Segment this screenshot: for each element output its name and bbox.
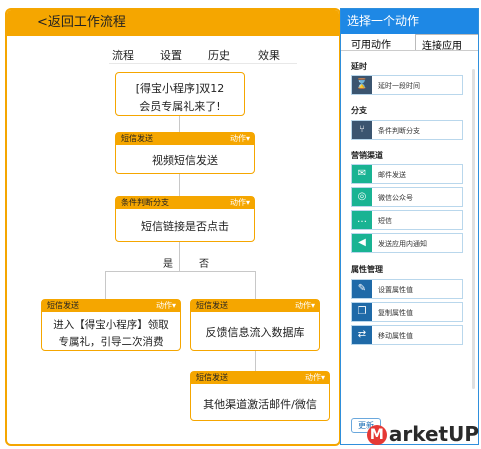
action-item-delay[interactable]: ⌛ 延时一段时间	[351, 75, 463, 95]
section-title-channels: 营销渠道	[351, 151, 383, 160]
marketup-logo-icon: M	[366, 425, 387, 445]
panel-scrollbar[interactable]	[472, 69, 475, 389]
node-body-text: 短信链接是否点击	[141, 220, 229, 233]
node-type-label: 短信发送	[121, 134, 153, 143]
node-type-label: 短信发送	[196, 301, 228, 310]
node-action-dropdown[interactable]: 动作▾	[156, 300, 176, 312]
trigger-line2: 会员专属礼来了!	[139, 100, 221, 113]
action-picker-panel: 选择一个动作 可用动作 连接应用 延时 ⌛ 延时一段时间 分支 ⑂ 条件判断分支…	[340, 8, 479, 445]
connector	[255, 271, 256, 300]
connector	[255, 351, 256, 373]
marketup-watermark: MarketUP	[366, 422, 479, 446]
node-body-text: 视频短信发送	[152, 154, 218, 167]
action-item-label: 短信	[378, 217, 392, 225]
sms-icon: …	[352, 211, 372, 229]
node-action-dropdown[interactable]: 动作▾	[295, 300, 315, 312]
action-item-label: 发送应用内通知	[378, 240, 427, 248]
hourglass-icon: ⌛	[352, 76, 372, 94]
action-item-label: 延时一段时间	[378, 82, 420, 90]
branch-no-label: 否	[199, 259, 209, 270]
workflow-canvas: <返回工作流程 流程 设置 历史 效果 是 否 [得宝小程序]双12 会员专属礼…	[5, 8, 341, 446]
tab-results[interactable]: 效果	[258, 47, 280, 63]
action-item-set-attribute[interactable]: ✎ 设置属性值	[351, 279, 463, 299]
action-item-label: 设置属性值	[378, 286, 413, 294]
node-action-dropdown[interactable]: 动作▾	[230, 197, 250, 209]
section-title-branch: 分支	[351, 106, 367, 115]
node-type-label: 条件判断分支	[121, 198, 169, 207]
section-title-delay: 延时	[351, 62, 367, 71]
panel-title: 选择一个动作	[341, 9, 478, 34]
action-item-move-attribute[interactable]: ⇄ 移动属性值	[351, 325, 463, 345]
action-node-other-channels[interactable]: 短信发送 动作▾ 其他渠道激活邮件/微信	[190, 371, 330, 421]
node-action-dropdown[interactable]: 动作▾	[230, 133, 250, 145]
node-body-text: 其他渠道激活邮件/微信	[203, 398, 317, 411]
action-item-email[interactable]: ✉ 邮件发送	[351, 164, 463, 184]
tab-flow[interactable]: 流程	[112, 47, 134, 64]
action-item-label: 移动属性值	[378, 332, 413, 340]
connector	[105, 271, 106, 300]
node-body-line2: 专属礼，引导二次消费	[58, 336, 164, 348]
connector	[105, 271, 255, 272]
action-node-feedback-db[interactable]: 短信发送 动作▾ 反馈信息流入数据库	[190, 299, 320, 351]
panel-tabs: 可用动作 连接应用	[341, 34, 478, 52]
action-node-sms-video[interactable]: 短信发送 动作▾ 视频短信发送	[115, 132, 255, 174]
action-item-wechat[interactable]: ◎ 微信公众号	[351, 187, 463, 207]
action-item-label: 微信公众号	[378, 194, 413, 202]
edit-icon: ✎	[352, 280, 372, 298]
action-item-condition-branch[interactable]: ⑂ 条件判断分支	[351, 120, 463, 140]
tab-history[interactable]: 历史	[208, 47, 230, 63]
action-item-copy-attribute[interactable]: ❐ 复制属性值	[351, 302, 463, 322]
node-type-label: 短信发送	[47, 301, 79, 310]
tab-settings[interactable]: 设置	[160, 47, 182, 63]
tab-connected-apps[interactable]: 连接应用	[415, 34, 478, 52]
action-node-sms-redeem[interactable]: 短信发送 动作▾ 进入【得宝小程序】领取 专属礼，引导二次消费	[41, 299, 181, 351]
copy-icon: ❐	[352, 303, 372, 321]
node-type-label: 短信发送	[196, 373, 228, 382]
mail-icon: ✉	[352, 165, 372, 183]
move-icon: ⇄	[352, 326, 372, 344]
node-action-dropdown[interactable]: 动作▾	[305, 372, 325, 384]
action-item-label: 条件判断分支	[378, 127, 420, 135]
watermark-text: arketUP	[388, 422, 479, 446]
trigger-line1: [得宝小程序]双12	[135, 82, 225, 95]
tabs-divider	[109, 63, 297, 64]
megaphone-icon: ◀	[352, 234, 372, 252]
tab-available-actions[interactable]: 可用动作	[351, 36, 391, 51]
action-item-in-app-notice[interactable]: ◀ 发送应用内通知	[351, 233, 463, 253]
section-title-attributes: 属性管理	[351, 265, 383, 274]
action-item-sms[interactable]: … 短信	[351, 210, 463, 230]
back-to-workflow-link[interactable]: <返回工作流程	[7, 10, 339, 36]
branch-yes-label: 是	[163, 259, 173, 270]
node-body-line1: 进入【得宝小程序】领取	[53, 319, 169, 331]
action-item-label: 复制属性值	[378, 309, 413, 317]
action-node-condition-branch[interactable]: 条件判断分支 动作▾ 短信链接是否点击	[115, 196, 255, 242]
trigger-node[interactable]: [得宝小程序]双12 会员专属礼来了!	[115, 72, 245, 116]
connector	[179, 241, 180, 271]
branch-icon: ⑂	[352, 121, 372, 139]
connector	[179, 172, 180, 198]
node-body-text: 反馈信息流入数据库	[205, 326, 305, 339]
wechat-icon: ◎	[352, 188, 372, 206]
action-item-label: 邮件发送	[378, 171, 406, 179]
